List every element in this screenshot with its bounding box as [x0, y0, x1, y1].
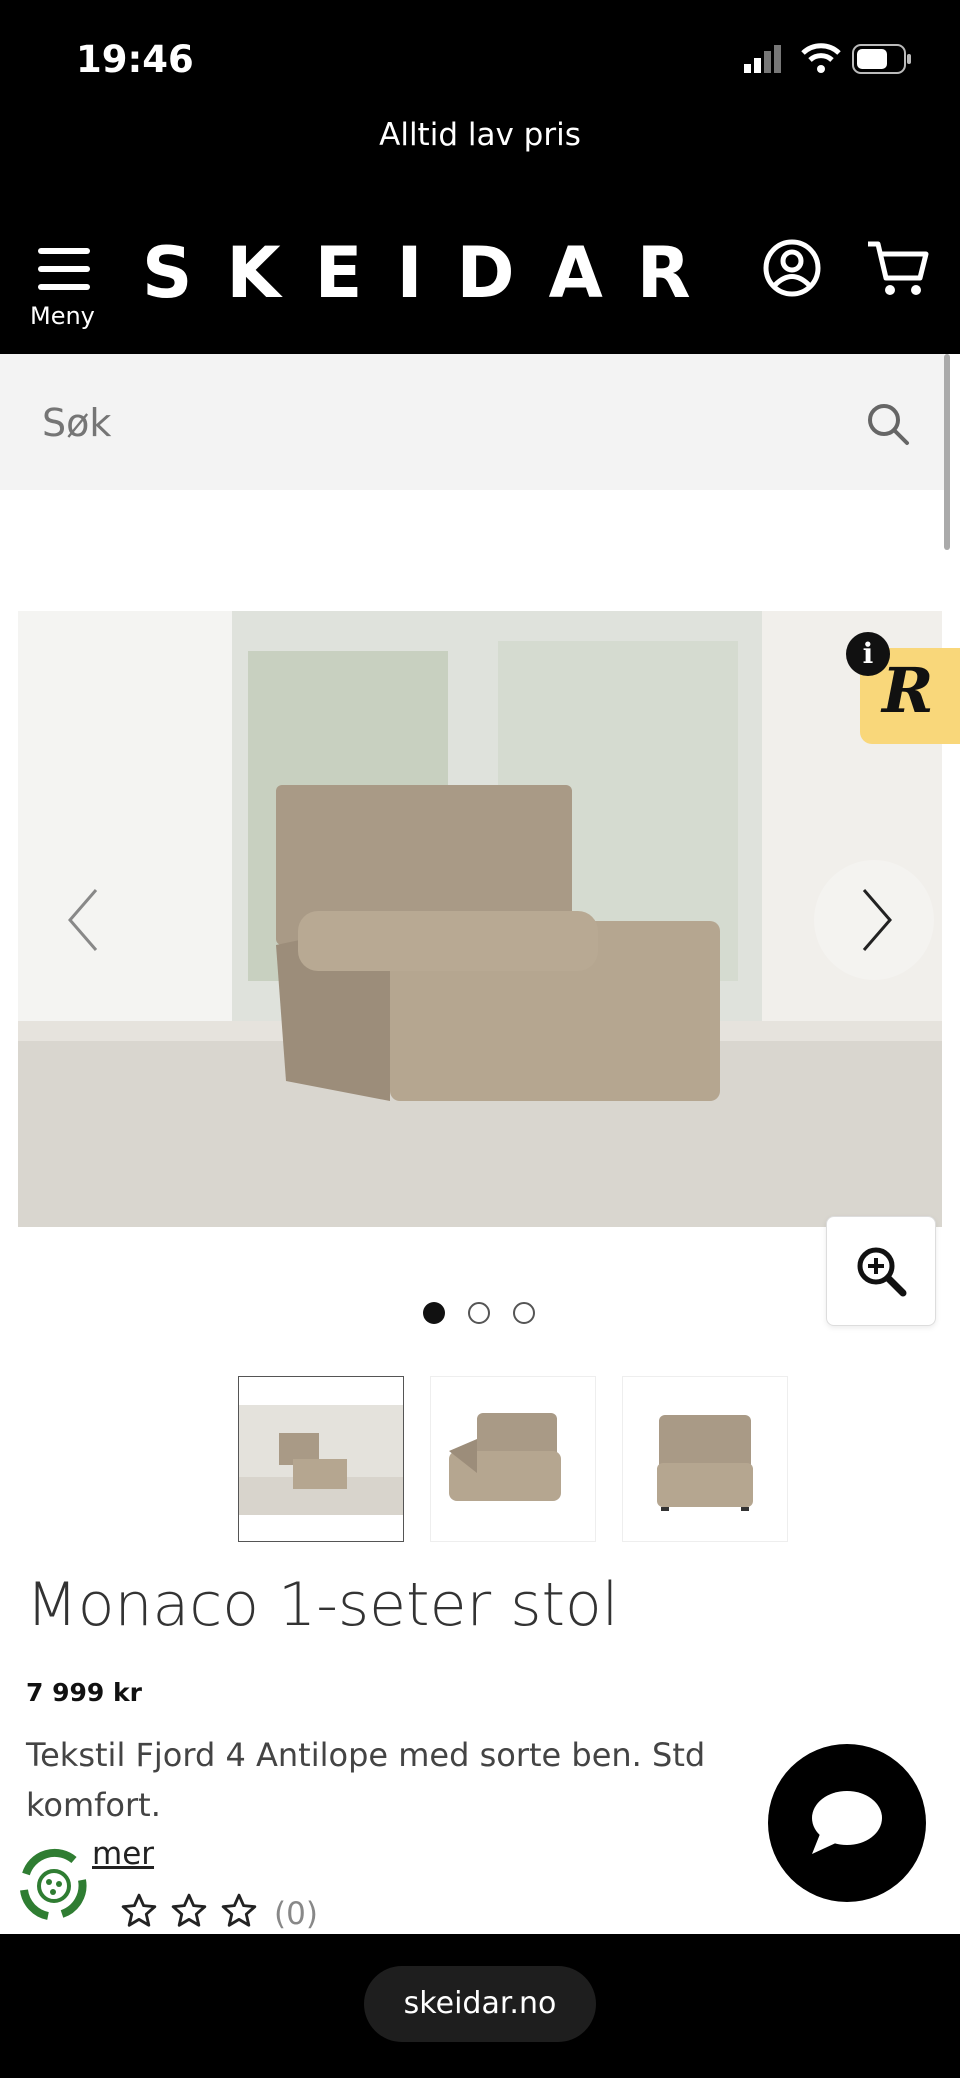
- star-icon: [170, 1892, 208, 1934]
- star-icon: [220, 1892, 258, 1934]
- status-time: 19:46: [76, 38, 194, 81]
- menu-label: Meny: [30, 302, 95, 330]
- hamburger-icon: [38, 248, 90, 290]
- chat-button[interactable]: [768, 1744, 926, 1902]
- next-image-button[interactable]: [814, 860, 934, 980]
- browser-address-bar[interactable]: skeidar.no: [364, 1966, 596, 2042]
- rating-count: (0): [274, 1896, 318, 1932]
- zoom-in-icon: [857, 1247, 907, 1297]
- thumbnail-1[interactable]: [238, 1376, 404, 1542]
- zoom-button[interactable]: [826, 1216, 936, 1326]
- battery-icon: [852, 44, 914, 78]
- cellular-signal-icon: [742, 44, 784, 78]
- carousel-dot-3[interactable]: [513, 1302, 535, 1324]
- carousel-dot-2[interactable]: [468, 1302, 490, 1324]
- cart-icon[interactable]: [866, 238, 932, 302]
- search-icon[interactable]: [866, 402, 910, 450]
- product-main-image[interactable]: [18, 611, 942, 1227]
- carousel-dot-1[interactable]: [423, 1302, 445, 1324]
- search-input[interactable]: [40, 392, 844, 454]
- page-scrollbar[interactable]: [944, 354, 950, 550]
- thumbnail-3[interactable]: [622, 1376, 788, 1542]
- previous-image-button[interactable]: [64, 886, 104, 958]
- star-icon: [120, 1892, 158, 1934]
- product-description: Tekstil Fjord 4 Antilope med sorte ben. …: [26, 1736, 706, 1824]
- promo-text: Alltid lav pris: [379, 117, 581, 153]
- status-bar: 19:46: [0, 0, 960, 120]
- logo[interactable]: SKEIDAR: [142, 232, 725, 314]
- account-icon[interactable]: [762, 238, 822, 302]
- product-price: 7 999 kr: [26, 1678, 142, 1707]
- chat-bubble-icon: [812, 1791, 882, 1854]
- eco-icon[interactable]: [12, 1844, 96, 1928]
- wifi-icon: [800, 42, 842, 78]
- chevron-right-icon: [862, 889, 892, 951]
- info-icon[interactable]: i: [846, 632, 890, 676]
- badge-logo: R: [882, 654, 934, 727]
- thumbnail-2[interactable]: [430, 1376, 596, 1542]
- read-more-link[interactable]: mer: [92, 1836, 154, 1872]
- product-title: Monaco 1-seter stol: [26, 1570, 619, 1640]
